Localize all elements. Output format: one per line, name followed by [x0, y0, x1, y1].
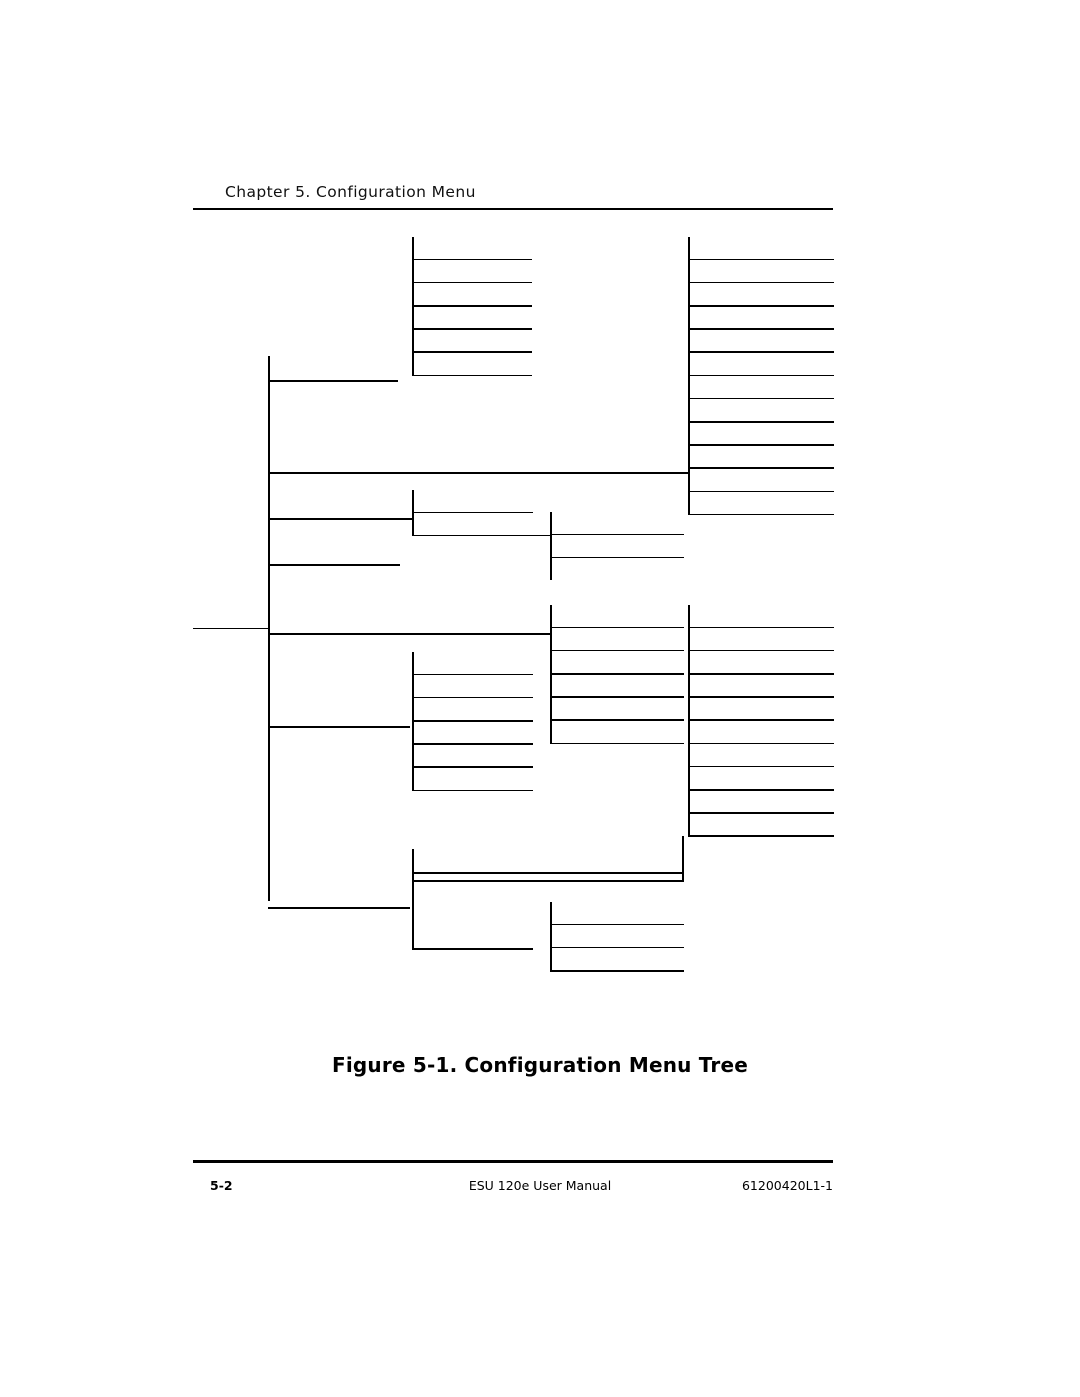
ts0-map-a-submenu-item-rule — [550, 719, 684, 721]
drop-pt-submenu-item-rule — [550, 946, 684, 949]
nx-submenu-item-rule — [688, 673, 834, 675]
ts0-map-b-submenu-item-rule — [412, 720, 533, 722]
unit-submenu-item-rule — [688, 351, 834, 353]
unit-submenu-item-rule — [688, 281, 834, 284]
map-schedule-submenu-spine — [550, 512, 553, 581]
port-config-item-rule — [412, 948, 533, 950]
drop-pt-submenu-spine — [550, 902, 553, 972]
figure-caption: Figure 5-1. Configuration Menu Tree — [332, 1053, 748, 1077]
nx-submenu-item-rule — [688, 696, 834, 698]
document-page: Chapter 5. Configuration Menu Figure 5-1… — [0, 0, 1080, 1397]
network-submenu-item-rule — [412, 328, 532, 330]
level1-item-rule — [268, 380, 398, 382]
unit-submenu-item-rule — [688, 258, 834, 261]
ts0-map-b-submenu-item-rule — [412, 789, 533, 792]
network-submenu-item-rule — [412, 351, 532, 353]
root-rule — [193, 627, 269, 630]
unit-submenu-item-rule — [688, 467, 834, 469]
ts0-map-a-submenu-item-rule — [550, 673, 684, 675]
network-submenu-item-rule — [412, 305, 532, 307]
nx-submenu-item-rule — [688, 626, 834, 629]
unit-submenu-item-rule — [688, 305, 834, 307]
unit-submenu-item-rule — [688, 513, 834, 516]
ts0-map-b-submenu-item-rule — [412, 673, 533, 676]
footer-rule — [193, 1160, 833, 1163]
ts0-map-a-submenu-item-rule — [550, 696, 684, 698]
unit-submenu-item-rule — [688, 328, 834, 330]
unit-submenu-item-rule — [688, 374, 834, 377]
level1-item-rule — [268, 907, 410, 909]
footer-document-title: ESU 120e User Manual — [468, 1178, 612, 1193]
unit-submenu-item-rule — [688, 444, 834, 446]
level1-item-rule — [268, 564, 400, 566]
port-config-item-rule — [412, 872, 684, 874]
map-xchng-on-connector — [412, 534, 552, 537]
ts0-map-a-submenu-item-rule — [550, 742, 684, 745]
nx-submenu-item-rule — [688, 742, 834, 745]
level1-item-rule — [268, 633, 550, 635]
network-submenu-item-rule — [412, 258, 532, 261]
map-xchng-submenu-item-rule — [412, 511, 533, 514]
ts0-map-b-submenu-item-rule — [412, 696, 533, 699]
nx-submenu-item-rule — [688, 835, 834, 837]
nx-submenu-item-rule — [688, 812, 834, 814]
nx-submenu-elbow-horizontal — [412, 880, 684, 882]
map-xchng-submenu-spine — [412, 490, 415, 537]
map-schedule-submenu-item-rule — [550, 556, 684, 559]
ts0-map-b-submenu-item-rule — [412, 766, 533, 768]
level1-item-rule — [268, 726, 410, 728]
port-config-submenu-spine — [412, 849, 415, 949]
nx-submenu-item-rule — [688, 719, 834, 721]
drop-pt-submenu-item-rule — [550, 970, 684, 972]
nx-submenu-spine — [688, 605, 691, 837]
nx-submenu-item-rule — [688, 649, 834, 652]
nx-submenu-item-rule — [688, 789, 834, 791]
nx-submenu-elbow-vertical — [682, 836, 685, 882]
network-submenu-item-rule — [412, 374, 532, 377]
unit-submenu-spine — [688, 237, 691, 516]
unit-submenu-item-rule — [688, 490, 834, 493]
ts0-map-a-submenu-item-rule — [550, 626, 684, 629]
unit-submenu-item-rule — [688, 397, 834, 400]
network-submenu-item-rule — [412, 281, 532, 284]
level1-item-rule — [268, 472, 690, 474]
ts0-map-a-submenu-item-rule — [550, 649, 684, 652]
nx-submenu-item-rule — [688, 765, 834, 768]
drop-pt-submenu-item-rule — [550, 923, 684, 926]
ts0-map-b-submenu-item-rule — [412, 743, 533, 745]
header-rule — [193, 208, 833, 210]
level1-item-rule — [268, 518, 414, 520]
level1-spine — [268, 356, 271, 901]
map-schedule-submenu-item-rule — [550, 533, 684, 536]
chapter-header: Chapter 5. Configuration Menu — [225, 183, 476, 201]
footer-part-number: 61200420L1-1 — [741, 1178, 833, 1193]
unit-submenu-item-rule — [688, 421, 834, 423]
